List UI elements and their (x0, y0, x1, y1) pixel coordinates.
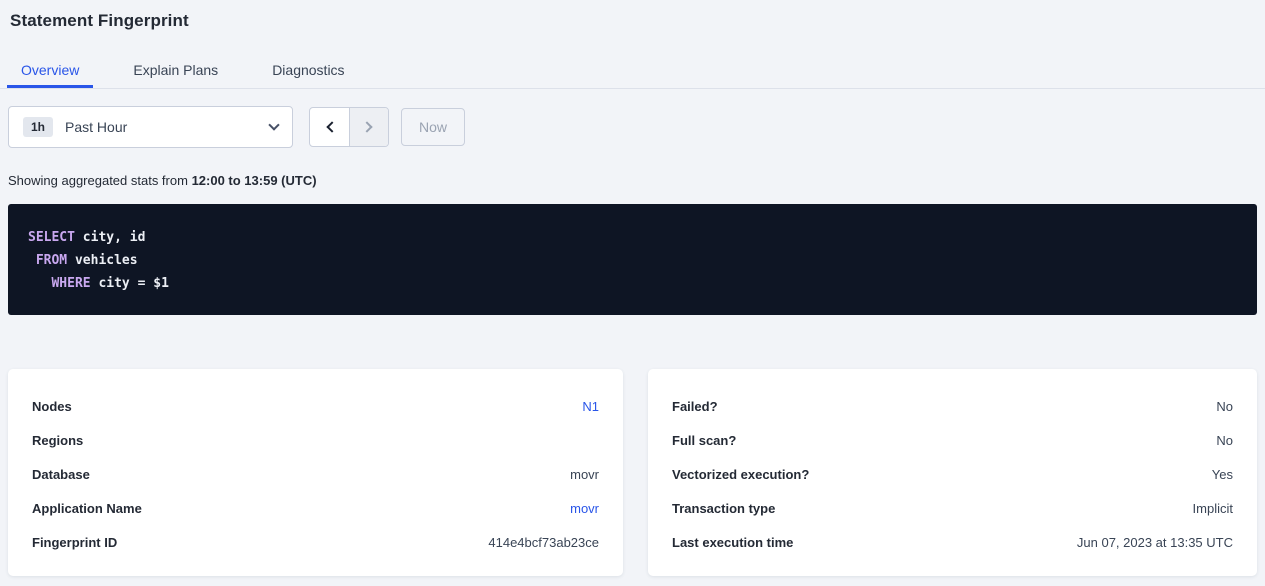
card-row: Transaction type Implicit (672, 491, 1233, 525)
time-range-dropdown[interactable]: 1h Past Hour (8, 106, 293, 148)
card-row-label: Last execution time (672, 535, 793, 550)
time-range-badge: 1h (23, 117, 53, 137)
card-row-value: 414e4bcf73ab23ce (488, 535, 599, 550)
card-row-label: Application Name (32, 501, 142, 516)
card-row: Application Name movr (32, 491, 599, 525)
card-row-label: Fingerprint ID (32, 535, 117, 550)
sql-statement-box: SELECT city, id FROM vehicles WHERE city… (8, 204, 1257, 315)
card-row-value-link[interactable]: movr (570, 501, 599, 516)
card-row: Regions (32, 423, 599, 457)
tab-overview[interactable]: Overview (7, 54, 93, 88)
card-row-label: Nodes (32, 399, 72, 414)
summary-cards: NodesN1RegionsDatabasemovrApplication Na… (8, 369, 1257, 576)
previous-time-button[interactable] (310, 108, 349, 146)
stats-prefix: Showing aggregated stats from (8, 173, 192, 188)
time-step-buttons (309, 107, 389, 147)
card-row-value: Jun 07, 2023 at 13:35 UTC (1077, 535, 1233, 550)
card-row-label: Database (32, 467, 90, 482)
card-row-label: Failed? (672, 399, 718, 414)
chevron-right-icon (361, 121, 372, 132)
card-row-value: movr (570, 467, 599, 482)
card-row: Database movr (32, 457, 599, 491)
now-button[interactable]: Now (401, 108, 465, 146)
card-row-value: Yes (1212, 467, 1233, 482)
tab-diagnostics[interactable]: Diagnostics (258, 54, 358, 88)
statement-fingerprint-page: Statement Fingerprint Overview Explain Pl… (0, 0, 1265, 586)
card-row-label: Vectorized execution? (672, 467, 809, 482)
card-row: Last execution time Jun 07, 2023 at 13:35… (672, 525, 1233, 559)
time-controls: 1h Past Hour Now (8, 106, 1257, 148)
card-row: Nodes N1 (32, 389, 599, 423)
next-time-button[interactable] (349, 108, 388, 146)
chevron-down-icon (268, 119, 279, 130)
card-row-value-link[interactable]: N1 (582, 399, 599, 414)
summary-card: Failed? No Full scan? No Vectorized executio… (648, 369, 1257, 576)
sql-code: SELECT city, id FROM vehicles WHERE city… (28, 226, 1237, 295)
card-row-label: Transaction type (672, 501, 775, 516)
card-row: Failed? No (672, 389, 1233, 423)
summary-card: NodesN1RegionsDatabasemovrApplication Na… (8, 369, 623, 576)
time-range-label: Past Hour (65, 119, 270, 135)
card-row: Vectorized execution? Yes (672, 457, 1233, 491)
stats-time-range: 12:00 to 13:59 (UTC) (192, 173, 317, 188)
chevron-left-icon (326, 121, 337, 132)
card-row: Fingerprint ID 414e4bcf73ab23ce (32, 525, 599, 559)
aggregated-stats-text: Showing aggregated stats from 12:00 to 1… (8, 173, 1257, 188)
card-row-label: Full scan? (672, 433, 736, 448)
tab-bar: Overview Explain Plans Diagnostics (0, 54, 1265, 89)
card-row-label: Regions (32, 433, 83, 448)
page-title: Statement Fingerprint (0, 0, 1265, 31)
card-row-value: No (1216, 433, 1233, 448)
tab-explain-plans[interactable]: Explain Plans (119, 54, 232, 88)
card-row: Full scan? No (672, 423, 1233, 457)
card-row-value: No (1216, 399, 1233, 414)
card-row-value: Implicit (1193, 501, 1233, 516)
